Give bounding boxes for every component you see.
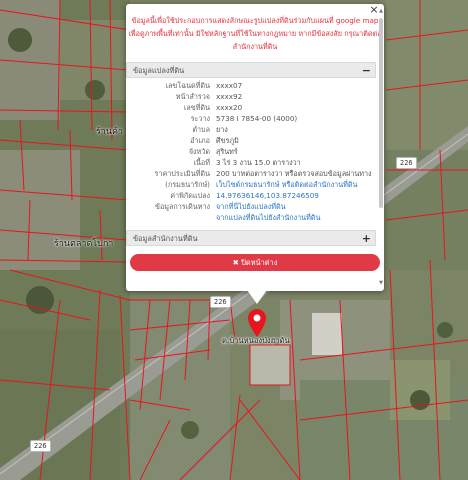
row-value: สุรินทร์: [216, 147, 238, 156]
info-row-province: จังหวัด สุรินทร์: [126, 146, 376, 157]
info-row-survey-page: หน้าสำรวจ xxxx92: [126, 91, 376, 102]
popup-pointer: [247, 290, 267, 304]
section-title: ข้อมูลแปลงที่ดิน: [133, 66, 185, 75]
close-window-button[interactable]: ✖ ปิดหน้าต่าง: [130, 254, 380, 271]
road-badge-226: 226: [30, 440, 51, 452]
directions-to-parcel-link[interactable]: จากที่นี่ไปยังแปลงที่ดิน: [216, 201, 286, 212]
scroll-up-icon[interactable]: ▲: [378, 8, 384, 14]
expand-icon[interactable]: +: [362, 231, 371, 246]
road-badge-226: 226: [210, 296, 231, 308]
row-label: หน้าสำรวจ: [175, 92, 210, 101]
marker-label: ต.บ้านหนองป่งฮาดัน: [222, 336, 290, 345]
scroll-thumb[interactable]: [379, 18, 383, 208]
road-badge-226: 226: [396, 157, 417, 169]
info-row-directions-office: จากแปลงที่ดินไปยังสำนักงานที่ดิน: [126, 212, 376, 223]
row-label: จังหวัด: [188, 147, 210, 156]
row-label: ราคาประเมินที่ดิน: [154, 169, 210, 178]
popup-scrollbar[interactable]: ▲ ▼: [378, 8, 384, 286]
location-marker-icon[interactable]: [248, 309, 266, 337]
row-value: xxxx20: [216, 103, 243, 112]
info-row-treasury-link: (กรมธนารักษ์) เว็บไซต์กรมธนารักษ์ หรือติด…: [126, 179, 376, 190]
info-row-directions: ข้อมูลการเดินทาง จากที่นี่ไปยังแปลงที่ดิน: [126, 201, 376, 212]
row-value: ยาง: [216, 125, 228, 134]
scroll-down-icon[interactable]: ▼: [378, 280, 384, 286]
treasury-website-link[interactable]: เว็บไซต์กรมธนารักษ์ หรือติดต่อสำนักงานที…: [216, 179, 357, 190]
row-label: เลขที่ดิน: [183, 103, 210, 112]
section-land-office[interactable]: ข้อมูลสำนักงานที่ดิน +: [126, 230, 376, 246]
row-label: เลขโฉนดที่ดิน: [165, 81, 210, 90]
coordinates-link[interactable]: 14.97636146,103.87246509: [216, 190, 319, 201]
popup-scroll-area: ข้อมูลแปลงที่ดิน − เลขโฉนดที่ดิน xxxx07 ห…: [126, 62, 376, 286]
parcel-info-popup: × ข้อมูลนี้เพื่อใช้ประกอบการแสดงลักษณะรู…: [126, 3, 384, 291]
place-label: ร้านตลาดโปกา: [54, 239, 114, 249]
info-row-deed-number: เลขโฉนดที่ดิน xxxx07: [126, 80, 376, 91]
row-label: ค่าพิกัดแปลง: [170, 191, 210, 200]
row-value: xxxx07: [216, 81, 243, 90]
disclaimer-notice: ข้อมูลนี้เพื่อใช้ประกอบการแสดงลักษณะรูปแ…: [128, 16, 382, 51]
row-label: อำเภอ: [190, 136, 210, 145]
section-parcel-info[interactable]: ข้อมูลแปลงที่ดิน −: [126, 62, 376, 78]
info-row-district: อำเภอ ศีขรภูมิ: [126, 135, 376, 146]
section-title: ข้อมูลสำนักงานที่ดิน: [133, 234, 198, 243]
info-row-map-sheet: ระวาง 5738 I 7854-00 (4000): [126, 113, 376, 124]
row-value: 200 บาทต่อตารางวา หรือตรวจสอบข้อมูลผ่านท…: [216, 169, 372, 178]
collapse-icon[interactable]: −: [362, 63, 371, 78]
info-row-coordinates: ค่าพิกัดแปลง 14.97636146,103.87246509: [126, 190, 376, 201]
info-row-land-number: เลขที่ดิน xxxx20: [126, 102, 376, 113]
row-label: (กรมธนารักษ์): [165, 180, 210, 189]
info-row-subdistrict: ตำบล ยาง: [126, 124, 376, 135]
row-label: ตำบล: [192, 125, 210, 134]
row-value: 5738 I 7854-00 (4000): [216, 114, 298, 123]
parcel-info-rows: เลขโฉนดที่ดิน xxxx07 หน้าสำรวจ xxxx92 เลขท…: [126, 78, 376, 223]
row-value: 3 ไร่ 3 งาน 15.0 ตารางวา: [216, 158, 301, 167]
row-label: ระวาง: [190, 114, 210, 123]
row-value: ศีขรภูมิ: [216, 136, 239, 145]
directions-to-office-link[interactable]: จากแปลงที่ดินไปยังสำนักงานที่ดิน: [216, 212, 320, 223]
row-label: ข้อมูลการเดินทาง: [155, 202, 210, 211]
info-row-appraisal-price: ราคาประเมินที่ดิน 200 บาทต่อตารางวา หรือต…: [126, 168, 376, 179]
info-row-area: เนื้อที่ 3 ไร่ 3 งาน 15.0 ตารางวา: [126, 157, 376, 168]
row-value: xxxx92: [216, 92, 243, 101]
row-label: เนื้อที่: [193, 158, 210, 167]
place-label: ร้านค้า: [96, 127, 124, 137]
